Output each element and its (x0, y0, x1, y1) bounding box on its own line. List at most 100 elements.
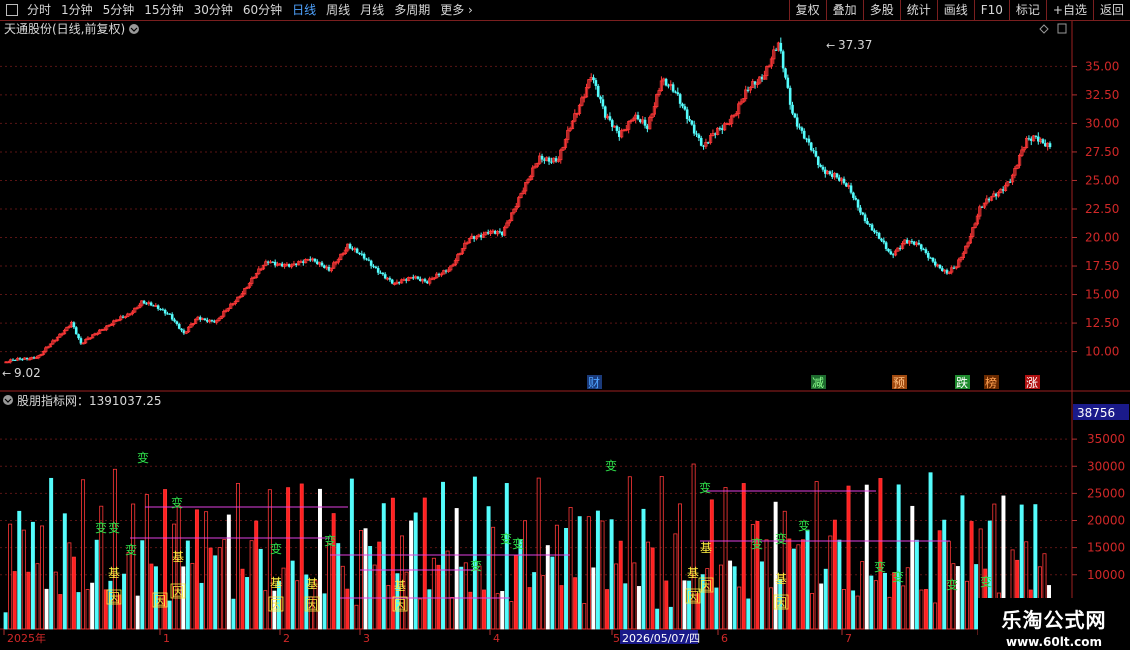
marker-28: 因 (154, 594, 166, 608)
indicator-bar-159 (728, 560, 733, 630)
candle-body-211 (498, 231, 502, 233)
indicator-bar-95 (436, 564, 441, 630)
candle-body-114 (271, 261, 275, 263)
indicator-bar-210 (960, 495, 965, 630)
indicator-bar-20 (94, 539, 99, 630)
indicator-bar-51 (235, 483, 240, 630)
indicator-bar-175 (800, 539, 805, 630)
candle-body-378 (889, 251, 893, 255)
period-tab-10[interactable]: 更多 (435, 0, 478, 20)
indicator-bar-5 (26, 571, 31, 630)
candle-body-3 (11, 359, 15, 361)
candle-body-375 (882, 240, 886, 243)
candle-body-387 (910, 241, 914, 243)
candle-body-396 (931, 257, 935, 262)
indicator-bar-55 (254, 520, 259, 630)
marker-6: 变 (324, 533, 336, 548)
indicator-bar-151 (691, 463, 696, 630)
indicator-bar-93 (427, 589, 432, 630)
candle-body-68 (163, 309, 167, 314)
marker-7: 变 (500, 531, 512, 546)
marker-27: 因 (108, 591, 120, 605)
indicator-bar-155 (709, 499, 714, 630)
candle-body-158 (374, 266, 378, 269)
indicator-bar-15 (71, 556, 76, 630)
xaxis-label-8: 7 (845, 632, 852, 645)
period-tab-4[interactable]: 30分钟 (189, 0, 238, 20)
xaxis-cursor-label: 2026/05/07/四 (622, 632, 700, 645)
indicator-bar-123 (564, 527, 569, 630)
period-tab-7[interactable]: 周线 (321, 0, 355, 20)
marker-35: 因 (775, 596, 787, 610)
candle-body-31 (77, 334, 80, 339)
indicator-bar-167 (764, 539, 769, 630)
indicator-bar-101 (463, 562, 468, 630)
marker-18: 变 (980, 574, 992, 589)
period-tab-8[interactable]: 月线 (355, 0, 389, 20)
candle-body-70 (168, 313, 172, 315)
candle-body-347 (816, 156, 820, 166)
indicator-bar-47 (217, 547, 222, 630)
tool-button-2[interactable]: 多股 (862, 0, 900, 20)
period-tab-2[interactable]: 5分钟 (98, 0, 140, 20)
logo-url: www.60lt.com (1005, 635, 1103, 649)
candle-body-295 (695, 133, 698, 135)
period-tab-9[interactable]: 多周期 (389, 0, 435, 20)
tool-button-3[interactable]: 统计 (899, 0, 937, 20)
indicator-bar-122 (559, 585, 564, 630)
candle-body-365 (859, 207, 862, 213)
candle-body-29 (72, 322, 76, 328)
candle-body-376 (884, 242, 888, 249)
candle-body-332 (781, 51, 785, 69)
period-tab-1[interactable]: 1分钟 (56, 0, 98, 20)
tool-button-8[interactable]: 返回 (1092, 0, 1130, 20)
indicator-bar-183 (837, 539, 842, 630)
candle-body-292 (688, 119, 691, 121)
indicator-bar-44 (204, 511, 209, 630)
tool-button-7[interactable]: +自选 (1045, 0, 1093, 20)
indicator-bar-130 (595, 510, 600, 630)
indicator-bar-1 (8, 523, 13, 630)
period-tab-6[interactable]: 日线 (287, 0, 321, 20)
tool-button-6[interactable]: 标记 (1008, 0, 1046, 20)
indicator-bar-202 (924, 589, 928, 630)
candle-body-154 (365, 258, 368, 260)
diamond-icon (1039, 24, 1049, 34)
indicator-bar-98 (450, 597, 455, 630)
tool-button-1[interactable]: 叠加 (825, 0, 863, 20)
marker-22: 基 (306, 577, 318, 591)
candle-body-368 (866, 221, 869, 224)
indicator-bar-99 (454, 508, 459, 630)
candle-body-392 (922, 249, 925, 251)
tool-button-4[interactable]: 画线 (936, 0, 974, 20)
indicator-bar-117 (536, 477, 541, 630)
tool-button-0[interactable]: 复权 (788, 0, 826, 20)
indicator-bar-143 (655, 608, 660, 630)
candle-body-62 (149, 302, 153, 306)
indicator-bar-31 (144, 494, 149, 630)
xaxis-label-0: 2025年 (7, 631, 46, 645)
period-tab-0[interactable]: 分时 (22, 0, 56, 20)
indicator-bar-124 (568, 507, 573, 630)
indicator-bar-40 (185, 540, 190, 630)
indicator-bar-111 (509, 601, 514, 630)
indicator-bar-200 (914, 539, 919, 630)
candle-body-305 (718, 128, 722, 130)
indicator-bar-186 (851, 590, 856, 630)
candle-body-287 (676, 92, 680, 95)
candle-body-371 (873, 230, 876, 233)
period-tab-3[interactable]: 15分钟 (139, 0, 188, 20)
candle-body-270 (636, 115, 640, 120)
candle-body-156 (369, 260, 373, 266)
indicator-panel-title: 股朋指标网：1391037.25 (17, 393, 162, 408)
indicator-bar-135 (618, 540, 623, 630)
indicator-bar-41 (190, 562, 195, 630)
period-tab-5[interactable]: 60分钟 (238, 0, 287, 20)
candle-body-74 (177, 324, 181, 329)
menu-icon[interactable] (6, 4, 18, 16)
candle-body-75 (180, 328, 183, 331)
candle-body-282 (664, 78, 668, 86)
tool-button-5[interactable]: F10 (973, 0, 1009, 20)
price-panel-title: 天通股份(日线,前复权) (4, 21, 125, 36)
indicator-bar-128 (586, 516, 591, 630)
